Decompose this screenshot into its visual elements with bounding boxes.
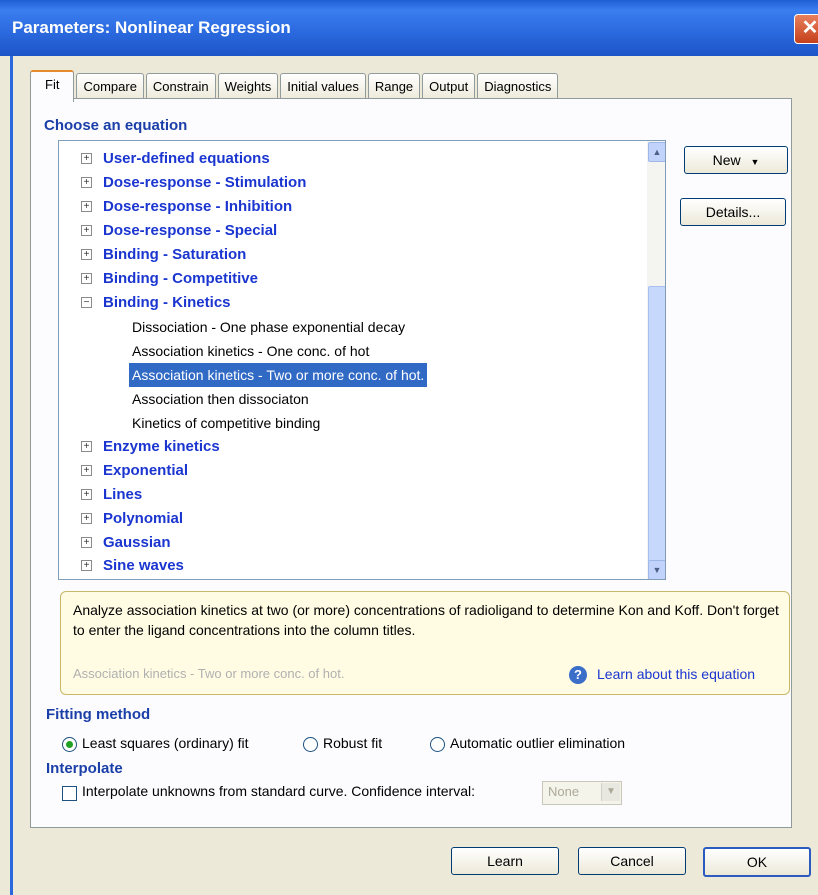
tree-equation-item[interactable]: Association then dissociaton (59, 387, 639, 411)
choose-equation-heading: Choose an equation (44, 117, 188, 134)
radio-button[interactable] (62, 736, 77, 752)
window-title: Parameters: Nonlinear Regression (12, 18, 291, 37)
category-label: User-defined equations (103, 150, 270, 167)
expand-icon[interactable]: + (81, 513, 92, 524)
radio-label: Least squares (ordinary) fit (82, 735, 249, 751)
expand-icon[interactable]: + (81, 273, 92, 284)
interpolate-label: Interpolate unknowns from standard curve… (82, 783, 475, 799)
selected-equation-name: Association kinetics - Two or more conc.… (73, 666, 345, 681)
tab-compare[interactable]: Compare (76, 73, 144, 100)
tree-equation-item[interactable]: Dissociation - One phase exponential dec… (59, 315, 639, 339)
equation-label: Association kinetics - Two or more conc.… (129, 363, 428, 387)
ok-button[interactable]: OK (703, 847, 811, 877)
equation-label: Kinetics of competitive binding (132, 415, 321, 431)
radio-label: Automatic outlier elimination (450, 735, 626, 751)
category-label: Dose-response - Inhibition (103, 198, 293, 215)
tree-category[interactable]: + Polynomial (59, 507, 639, 531)
close-button[interactable]: ✕ (794, 14, 818, 44)
tree-category[interactable]: + Sine waves (59, 554, 639, 578)
category-label: Exponential (103, 462, 189, 479)
tree-category[interactable]: + Dose-response - Inhibition (59, 195, 639, 219)
equation-description: Analyze association kinetics at two (or … (73, 602, 779, 638)
tree-category[interactable]: + User-defined equations (59, 147, 639, 171)
help-icon[interactable]: ? (569, 666, 587, 684)
expand-icon[interactable]: + (81, 441, 92, 452)
expand-icon[interactable]: + (81, 177, 92, 188)
tree-category[interactable]: + Gaussian (59, 531, 639, 555)
chevron-down-icon: ▼ (601, 783, 620, 801)
category-label: Lines (103, 486, 143, 503)
radio-robust-fit[interactable]: Robust fit (303, 733, 382, 753)
tab-constrain[interactable]: Constrain (145, 73, 216, 100)
tree-category[interactable]: + Binding - Competitive (59, 267, 639, 291)
scroll-down-icon[interactable]: ▼ (648, 560, 665, 579)
tree-category[interactable]: + Dose-response - Special (59, 219, 639, 243)
new-button-label: New (712, 152, 741, 168)
category-label: Enzyme kinetics (103, 438, 220, 455)
scroll-up-icon[interactable]: ▲ (648, 142, 665, 162)
interpolate-heading: Interpolate (46, 760, 123, 777)
radio-button[interactable] (303, 736, 318, 752)
tree-equation-item[interactable]: Kinetics of competitive binding (59, 411, 639, 435)
tab-weights[interactable]: Weights (217, 73, 279, 100)
tree-equation-item-selected[interactable]: Association kinetics - Two or more conc.… (59, 363, 639, 387)
tab-output[interactable]: Output (422, 73, 476, 100)
details-button[interactable]: Details... (680, 198, 786, 226)
category-label: Binding - Saturation (103, 246, 247, 263)
expand-icon[interactable]: + (81, 201, 92, 212)
dropdown-arrow-icon: ▼ (750, 157, 760, 167)
vertical-scrollbar[interactable]: ▲ ▼ (647, 141, 665, 579)
radio-button[interactable] (430, 736, 445, 752)
tab-fit[interactable]: Fit (30, 70, 75, 102)
tree-equation-item[interactable]: Association kinetics - One conc. of hot (59, 339, 639, 363)
new-button[interactable]: New ▼ (684, 146, 788, 174)
radio-label: Robust fit (323, 735, 383, 751)
tab-diagnostics[interactable]: Diagnostics (477, 73, 559, 100)
collapse-icon[interactable]: − (81, 297, 92, 308)
tree-category-expanded[interactable]: − Binding - Kinetics (59, 291, 639, 315)
category-label: Sine waves (103, 557, 184, 574)
expand-icon[interactable]: + (81, 225, 92, 236)
equation-description-box: Analyze association kinetics at two (or … (60, 591, 790, 695)
tab-range[interactable]: Range (367, 73, 421, 100)
expand-icon[interactable]: + (81, 465, 92, 476)
learn-about-equation-link[interactable]: Learn about this equation (597, 666, 755, 682)
expand-icon[interactable]: + (81, 153, 92, 164)
interpolate-checkbox[interactable] (62, 786, 77, 801)
equation-label: Association then dissociaton (132, 391, 309, 407)
equation-label: Dissociation - One phase exponential dec… (132, 319, 406, 335)
select-value: None (548, 784, 580, 799)
cancel-button[interactable]: Cancel (578, 847, 686, 875)
fitting-method-heading: Fitting method (46, 706, 151, 723)
equation-label: Association kinetics - One conc. of hot (132, 343, 370, 359)
tree-category[interactable]: + Exponential (59, 459, 639, 483)
tree-category[interactable]: + Lines (59, 483, 639, 507)
expand-icon[interactable]: + (81, 489, 92, 500)
expand-icon[interactable]: + (81, 249, 92, 260)
radio-outlier-elimination[interactable]: Automatic outlier elimination (430, 733, 625, 753)
tree-category[interactable]: + Enzyme kinetics (59, 435, 639, 459)
learn-button[interactable]: Learn (451, 847, 559, 875)
confidence-interval-select: None ▼ (542, 781, 622, 805)
category-label: Dose-response - Stimulation (103, 174, 307, 191)
title-bar: Parameters: Nonlinear Regression (0, 0, 818, 56)
expand-icon[interactable]: + (81, 560, 92, 571)
radio-least-squares[interactable]: Least squares (ordinary) fit (62, 733, 249, 753)
expand-icon[interactable]: + (81, 537, 92, 548)
category-label: Dose-response - Special (103, 222, 278, 239)
scrollbar-thumb[interactable] (648, 286, 665, 562)
equation-tree[interactable]: + User-defined equations + Dose-response… (58, 140, 666, 580)
category-label: Binding - Kinetics (103, 294, 231, 311)
tab-initial-values[interactable]: Initial values (280, 73, 366, 100)
category-label: Gaussian (103, 534, 171, 551)
category-label: Binding - Competitive (103, 270, 258, 287)
tree-category[interactable]: + Dose-response - Stimulation (59, 171, 639, 195)
category-label: Polynomial (103, 510, 184, 527)
tree-category[interactable]: + Binding - Saturation (59, 243, 639, 267)
tab-strip: Fit Compare Constrain Weights Initial va… (30, 70, 560, 102)
